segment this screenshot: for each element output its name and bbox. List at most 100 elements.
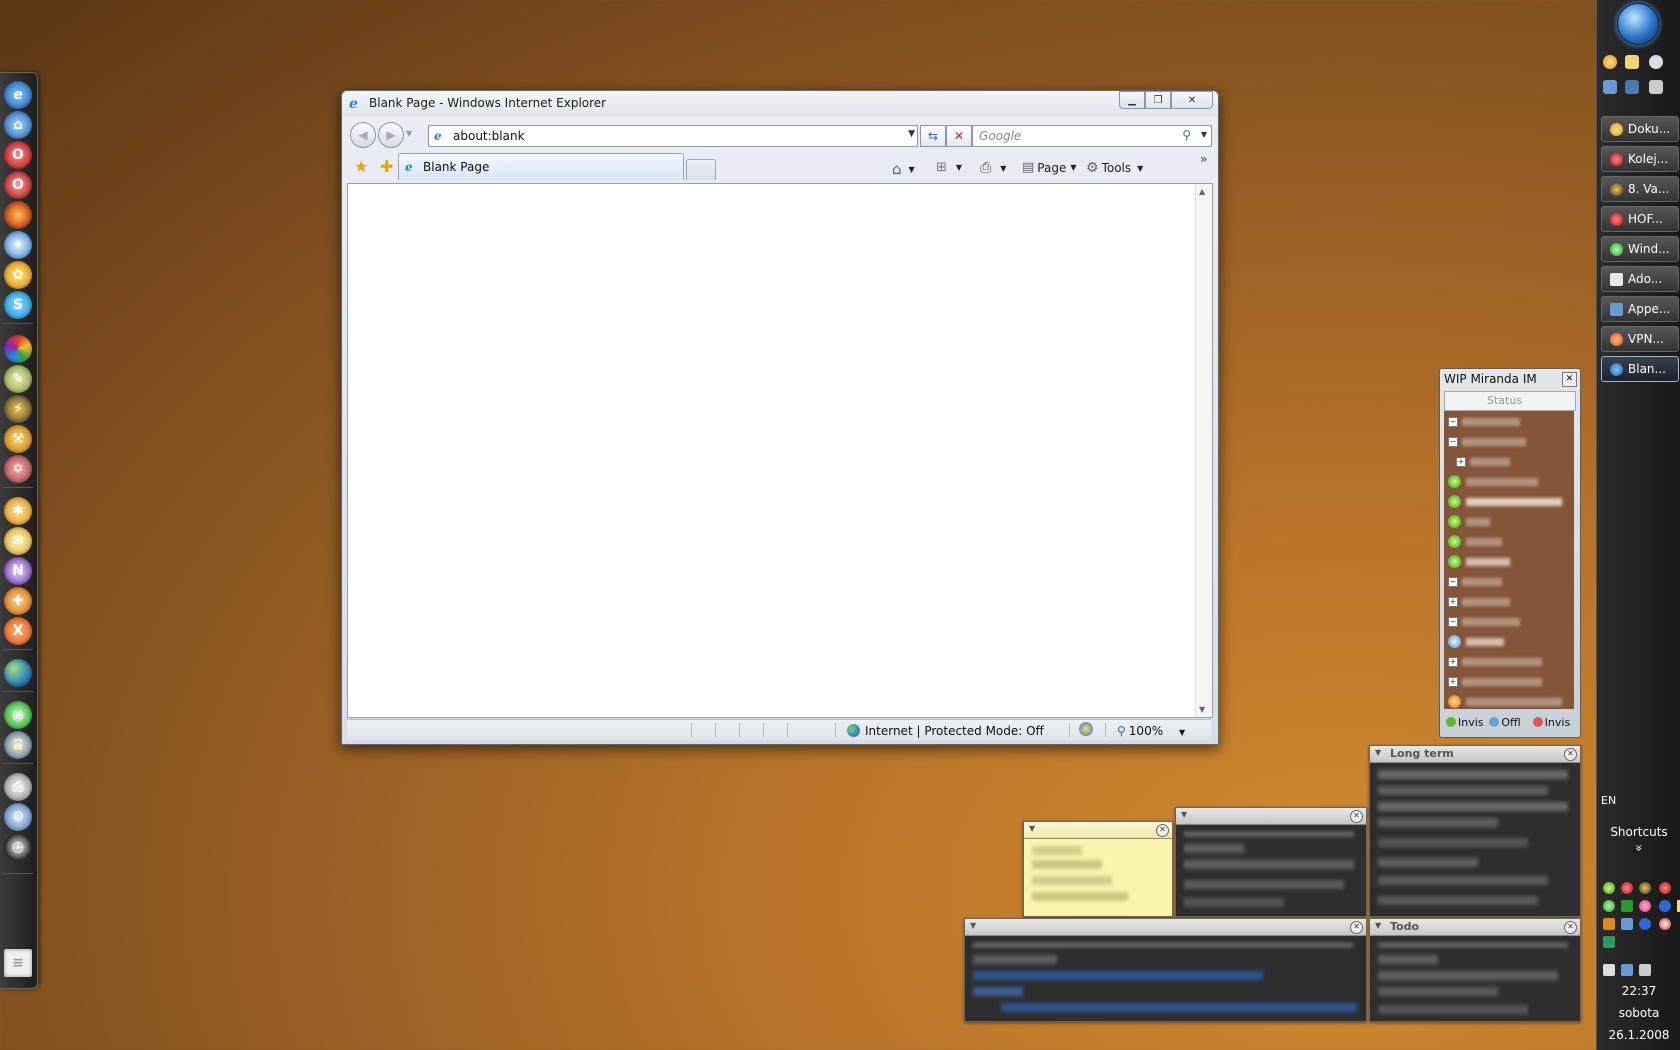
back-button[interactable]: ◀ bbox=[350, 122, 376, 148]
contact-row[interactable] bbox=[1444, 493, 1574, 511]
feeds-button[interactable]: ⊞ ▼ bbox=[936, 160, 962, 175]
security-tray-icon[interactable] bbox=[1659, 918, 1671, 930]
opera-alt-icon[interactable]: O bbox=[4, 171, 32, 199]
miranda-tray-icon[interactable] bbox=[1603, 882, 1615, 894]
clock-time[interactable]: 22:37 bbox=[1597, 984, 1680, 998]
account-status-3[interactable]: Invis bbox=[1531, 713, 1574, 731]
favorites-star-icon[interactable]: ★ bbox=[354, 157, 368, 176]
safari-icon[interactable]: ✦ bbox=[4, 231, 32, 259]
taskbar-button-hof[interactable]: HOF... bbox=[1601, 206, 1679, 232]
start-button[interactable] bbox=[1617, 3, 1659, 45]
note-yellow[interactable]: ▼ ✕ bbox=[1023, 821, 1173, 917]
winamp-icon[interactable]: ⚡ bbox=[4, 395, 32, 423]
shortcuts-expand-icon[interactable]: » bbox=[1632, 806, 1646, 890]
picasa-icon[interactable] bbox=[4, 335, 32, 363]
account-status-2[interactable]: Offl bbox=[1487, 713, 1530, 731]
taskbar-button-va[interactable]: 8. Va... bbox=[1601, 176, 1679, 202]
tool-icon[interactable]: ⚒ bbox=[4, 425, 32, 453]
maximize-button[interactable]: ❐ bbox=[1145, 91, 1171, 109]
tools-menu[interactable]: ⚙ Tools ▼ bbox=[1086, 160, 1143, 176]
group-collapse-icon[interactable]: − bbox=[1448, 617, 1458, 627]
zoom-control[interactable]: ⚲ 100% ▼ bbox=[1117, 724, 1185, 738]
chevron-icon[interactable]: » bbox=[1200, 152, 1207, 166]
search-options-icon[interactable]: ▼ bbox=[1201, 130, 1207, 139]
group-collapse-icon[interactable]: − bbox=[1448, 417, 1458, 427]
note-wide[interactable]: ▼ ✕ bbox=[964, 918, 1367, 1022]
home-icon[interactable]: ⌂ bbox=[4, 111, 32, 139]
page-menu[interactable]: ▤ Page ▼ bbox=[1022, 160, 1077, 175]
print-dropdown-icon[interactable]: ▼ bbox=[1000, 164, 1006, 173]
search-icon[interactable]: ⚲ bbox=[1182, 128, 1191, 142]
note-menu-icon[interactable]: ▼ bbox=[970, 921, 976, 930]
protected-mode-icon[interactable] bbox=[1079, 722, 1093, 736]
add-favorites-icon[interactable]: ✚ bbox=[380, 157, 393, 176]
explorer-quicklaunch-icon[interactable] bbox=[1603, 80, 1617, 94]
puzzle-icon[interactable]: ✚ bbox=[4, 587, 32, 615]
taskbar-button-wind[interactable]: Wind... bbox=[1601, 236, 1679, 262]
contact-row[interactable] bbox=[1444, 533, 1574, 551]
h-tray-icon[interactable] bbox=[1603, 936, 1615, 948]
contact-row[interactable] bbox=[1444, 513, 1574, 531]
scroll-up-icon[interactable]: ▲ bbox=[1199, 187, 1205, 196]
bluetooth-tray-icon[interactable] bbox=[1659, 900, 1671, 912]
note-menu-icon[interactable]: ▼ bbox=[1029, 824, 1035, 833]
settings-icon[interactable]: ⚙ bbox=[4, 803, 32, 831]
minimize-button[interactable]: ▁ bbox=[1119, 91, 1145, 109]
note-menu-icon[interactable]: ▼ bbox=[1375, 748, 1381, 757]
onenote-icon[interactable]: N bbox=[4, 557, 32, 585]
cloud-quicklaunch-icon[interactable] bbox=[1649, 55, 1663, 69]
security-zone[interactable]: Internet | Protected Mode: Off bbox=[847, 724, 1044, 738]
clock-icon[interactable]: ◷ bbox=[4, 833, 32, 861]
contact-row[interactable] bbox=[1444, 473, 1574, 491]
media-icon[interactable]: ◉ bbox=[4, 701, 32, 729]
firefox-icon[interactable] bbox=[4, 201, 32, 229]
group-expand-icon[interactable]: + bbox=[1448, 677, 1458, 687]
feeds-dropdown-icon[interactable]: ▼ bbox=[956, 163, 962, 172]
language-indicator[interactable]: EN bbox=[1601, 794, 1616, 807]
contact-row[interactable] bbox=[1444, 553, 1574, 571]
network-icon[interactable]: ⌸ bbox=[4, 731, 32, 759]
taskbar-button-ado[interactable]: Ado... bbox=[1601, 266, 1679, 292]
home-dropdown-icon[interactable]: ▼ bbox=[909, 165, 915, 174]
xampp-icon[interactable]: X bbox=[4, 617, 32, 645]
taskbar-button-vpn[interactable]: VPN... bbox=[1601, 326, 1679, 352]
search-box[interactable]: Google ⚲ ▼ bbox=[972, 125, 1212, 147]
taskbar-button-blank[interactable]: Blan... bbox=[1601, 356, 1679, 382]
winamp-tray-icon[interactable] bbox=[1639, 882, 1651, 894]
note-menu-icon[interactable]: ▼ bbox=[1181, 810, 1187, 819]
monitor-tray-icon[interactable] bbox=[1621, 918, 1633, 930]
refresh-button[interactable]: ⇆ bbox=[920, 125, 946, 147]
account-status-1[interactable]: Invis bbox=[1444, 713, 1487, 731]
vertical-scrollbar[interactable]: ▲ ▼ bbox=[1195, 184, 1212, 717]
network-connection-tray-icon[interactable] bbox=[1621, 964, 1633, 976]
miranda-close-button[interactable]: ✕ bbox=[1562, 372, 1577, 387]
stop-button[interactable]: ✕ bbox=[946, 125, 972, 147]
switch-quicklaunch-icon[interactable] bbox=[1649, 80, 1663, 94]
group-expand-icon[interactable]: + bbox=[1456, 457, 1466, 467]
bluetooth-alt-tray-icon[interactable] bbox=[1639, 918, 1651, 930]
note-long-term[interactable]: ▼ Long term ✕ bbox=[1369, 745, 1581, 917]
tab-blank-page[interactable]: e Blank Page bbox=[398, 153, 684, 180]
miranda-status-selector[interactable]: Status bbox=[1444, 391, 1576, 411]
new-tab-button[interactable] bbox=[686, 159, 716, 180]
note-close-icon[interactable]: ✕ bbox=[1350, 921, 1363, 934]
skype-icon[interactable]: S bbox=[4, 291, 32, 319]
group-expand-icon[interactable]: + bbox=[1448, 597, 1458, 607]
flower-icon[interactable]: ✿ bbox=[4, 261, 32, 289]
taskbar-button-appe[interactable]: Appe... bbox=[1601, 296, 1679, 322]
note-todo[interactable]: ▼ Todo ✕ bbox=[1369, 918, 1581, 1022]
note-menu-icon[interactable]: ▼ bbox=[1375, 921, 1381, 930]
home-button[interactable]: ⌂ ▼ bbox=[892, 160, 915, 178]
note-close-icon[interactable]: ✕ bbox=[1350, 810, 1363, 823]
contact-list[interactable]: − − + − + − + + bbox=[1444, 411, 1574, 709]
power-tray-icon[interactable] bbox=[1603, 964, 1615, 976]
forward-button[interactable]: ▶ bbox=[378, 122, 404, 148]
network-tray-icon[interactable] bbox=[1621, 900, 1633, 912]
paint-icon[interactable]: ✎ bbox=[4, 365, 32, 393]
scroll-down-icon[interactable]: ▼ bbox=[1199, 705, 1205, 714]
note-close-icon[interactable]: ✕ bbox=[1156, 824, 1169, 837]
mail-icon[interactable]: ✉ bbox=[4, 527, 32, 555]
star-icon[interactable]: ✡ bbox=[4, 455, 32, 483]
opera-alt-tray-icon[interactable] bbox=[1659, 882, 1671, 894]
volume-tray-icon[interactable] bbox=[1639, 964, 1651, 976]
